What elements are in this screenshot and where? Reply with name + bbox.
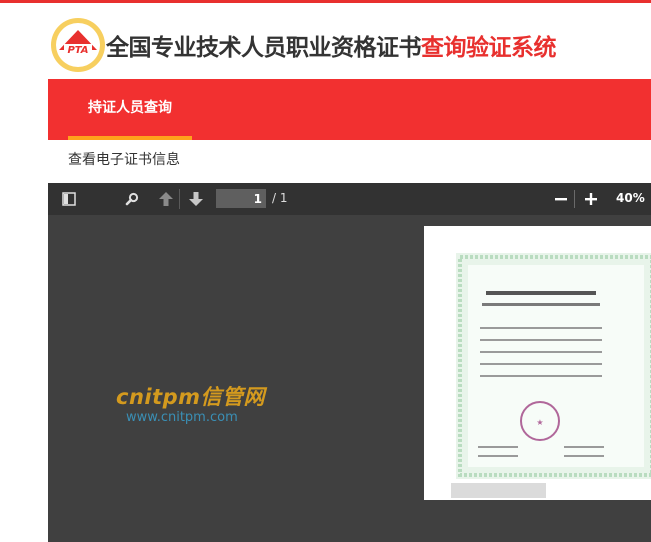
section-title: 查看电子证书信息 <box>68 152 180 168</box>
sidebar-icon[interactable] <box>62 192 76 206</box>
page-strip <box>451 483 546 498</box>
pdf-toolbar: / 1 40% <box>48 183 651 215</box>
site-title-accent: 查询验证系统 <box>421 35 557 61</box>
pdf-viewer: / 1 40% ★ cnitp <box>48 183 651 542</box>
watermark: cnitpm信管网 www.cnitpm.com <box>116 385 265 426</box>
site-title: 全国专业技术人员职业资格证书查询验证系统 <box>106 33 557 63</box>
watermark-url: www.cnitpm.com <box>126 410 238 425</box>
page-count: / 1 <box>272 191 288 205</box>
certificate-image: ★ <box>456 253 651 479</box>
svg-text:PTA: PTA <box>67 45 88 56</box>
pdf-page: ★ <box>424 226 651 500</box>
arrow-down-icon[interactable] <box>188 191 204 207</box>
active-tab-indicator <box>68 136 192 140</box>
pta-logo: PTA <box>51 18 105 72</box>
top-accent-line <box>0 0 651 3</box>
main-nav: 持证人员查询 <box>48 79 651 140</box>
search-icon[interactable] <box>125 192 139 206</box>
watermark-brand: cnitpm信管网 <box>116 385 266 409</box>
page-number-input[interactable] <box>216 189 266 208</box>
arrow-up-icon[interactable] <box>158 191 174 207</box>
plus-icon[interactable] <box>584 192 598 206</box>
tab-certificate-holder-query[interactable]: 持证人员查询 <box>68 79 192 140</box>
site-title-main: 全国专业技术人员职业资格证书 <box>106 35 422 61</box>
svg-text:★: ★ <box>536 418 543 427</box>
zoom-level[interactable]: 40% <box>616 191 645 206</box>
nav-divider <box>179 189 180 209</box>
zoom-divider <box>574 190 575 208</box>
minus-icon[interactable] <box>554 192 568 206</box>
